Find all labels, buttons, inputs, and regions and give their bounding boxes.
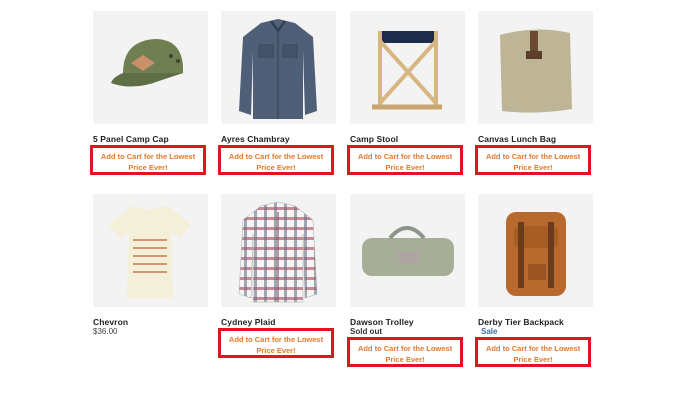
- product-title[interactable]: Ayres Chambray: [221, 134, 343, 144]
- product-title[interactable]: Dawson Trolley: [350, 317, 472, 327]
- sale-label: Sale: [481, 327, 498, 336]
- product-card-camp-stool[interactable]: Camp Stool Add to Cart for the Lowest Pr…: [347, 11, 472, 175]
- lunch-bag-image[interactable]: [478, 11, 593, 124]
- add-to-cart-button[interactable]: Add to Cart for the Lowest Price Ever!: [475, 145, 591, 175]
- product-title[interactable]: Chevron: [93, 317, 215, 327]
- product-card-derby-tier-backpack[interactable]: Derby Tier Backpack Sale Add to Cart for…: [475, 194, 600, 367]
- product-card-dawson-trolley[interactable]: Dawson Trolley Sold out Add to Cart for …: [347, 194, 472, 367]
- shirt-icon: [239, 19, 317, 119]
- product-card-camp-cap[interactable]: 5 Panel Camp Cap Add to Cart for the Low…: [90, 11, 215, 175]
- add-to-cart-button[interactable]: Add to Cart for the Lowest Price Ever!: [218, 328, 334, 358]
- add-to-cart-button[interactable]: Add to Cart for the Lowest Price Ever!: [218, 145, 334, 175]
- product-card-chevron[interactable]: Chevron $36.00: [93, 194, 215, 337]
- product-card-canvas-lunch-bag[interactable]: Canvas Lunch Bag Add to Cart for the Low…: [475, 11, 600, 175]
- product-title[interactable]: Camp Stool: [350, 134, 472, 144]
- add-to-cart-button[interactable]: Add to Cart for the Lowest Price Ever!: [475, 337, 591, 367]
- product-title[interactable]: Canvas Lunch Bag: [478, 134, 600, 144]
- plaid-shirt-image[interactable]: [221, 194, 336, 307]
- bag-icon: [500, 29, 572, 113]
- product-card-cydney-plaid[interactable]: Cydney Plaid Add to Cart for the Lowest …: [218, 194, 343, 358]
- backpack-image[interactable]: [478, 194, 593, 307]
- duffel-icon: [362, 226, 454, 276]
- tshirt-icon: [109, 206, 191, 298]
- product-title[interactable]: 5 Panel Camp Cap: [93, 134, 215, 144]
- duffel-bag-image[interactable]: [350, 194, 465, 307]
- sold-out-label: Sold out: [350, 327, 382, 336]
- camp-cap-image[interactable]: [93, 11, 208, 124]
- product-card-ayres-chambray[interactable]: Ayres Chambray Add to Cart for the Lowes…: [218, 11, 343, 175]
- add-to-cart-button[interactable]: Add to Cart for the Lowest Price Ever!: [347, 337, 463, 367]
- backpack-icon: [506, 212, 566, 296]
- cap-icon: [111, 39, 183, 87]
- add-to-cart-button[interactable]: Add to Cart for the Lowest Price Ever!: [90, 145, 206, 175]
- chambray-shirt-image[interactable]: [221, 11, 336, 124]
- camp-stool-image[interactable]: [350, 11, 465, 124]
- product-title[interactable]: Derby Tier Backpack: [478, 317, 600, 327]
- plaid-shirt-icon: [238, 201, 318, 303]
- chevron-tshirt-image[interactable]: [93, 194, 208, 307]
- add-to-cart-button[interactable]: Add to Cart for the Lowest Price Ever!: [347, 145, 463, 175]
- product-title[interactable]: Cydney Plaid: [221, 317, 343, 327]
- stool-icon: [372, 31, 442, 110]
- product-price: $36.00: [93, 327, 118, 336]
